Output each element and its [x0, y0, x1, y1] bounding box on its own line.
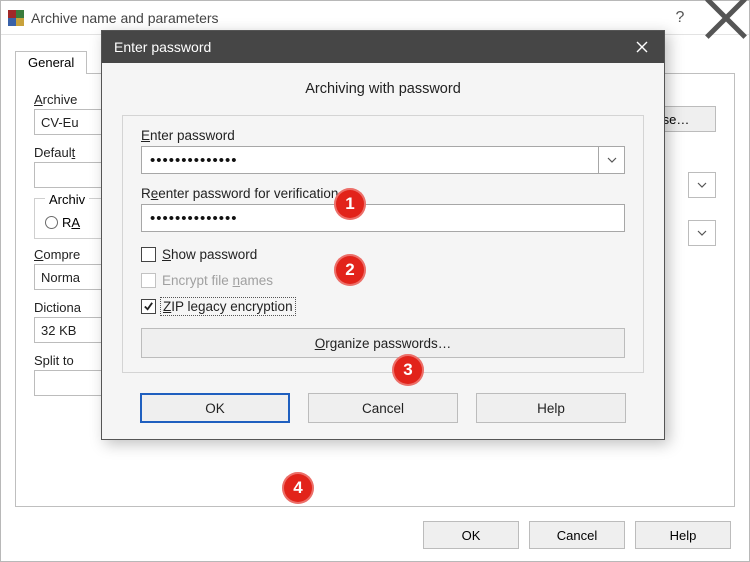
modal-heading: Archiving with password — [122, 81, 644, 97]
chevron-down-icon[interactable] — [688, 220, 716, 246]
chevron-down-icon[interactable] — [688, 172, 716, 198]
archive-format-label: Archiv — [45, 192, 89, 207]
tab-general[interactable]: General — [15, 51, 87, 74]
parent-button-row: OK Cancel Help — [423, 521, 731, 549]
reenter-password-field[interactable]: •••••••••••••• — [141, 204, 625, 232]
show-password-checkbox[interactable]: Show password — [141, 244, 625, 264]
ok-button[interactable]: OK — [140, 393, 290, 423]
password-group: Enter password •••••••••••••• Reenter pa… — [122, 115, 644, 373]
enter-password-field[interactable]: •••••••••••••• — [141, 146, 599, 174]
modal-titlebar: Enter password — [102, 31, 664, 63]
parent-ok-button[interactable]: OK — [423, 521, 519, 549]
compression-field[interactable]: Norma — [34, 264, 104, 290]
parent-window-title: Archive name and parameters — [31, 10, 657, 26]
close-icon[interactable] — [620, 31, 664, 63]
app-icon — [7, 9, 25, 27]
enter-password-label: Enter password — [141, 128, 625, 143]
dictionary-field[interactable]: 32 KB — [34, 317, 104, 343]
modal-button-row: OK Cancel Help — [122, 393, 644, 423]
help-button[interactable]: Help — [476, 393, 626, 423]
rar-radio[interactable]: RA — [45, 215, 93, 230]
close-icon[interactable] — [703, 1, 749, 35]
split-to-field[interactable] — [34, 370, 104, 396]
encrypt-filenames-checkbox: Encrypt file names — [141, 270, 625, 290]
zip-legacy-encryption-checkbox[interactable]: ZIP legacy encryption — [141, 296, 625, 316]
archive-format-group: Archiv RA — [34, 198, 104, 239]
parent-cancel-button[interactable]: Cancel — [529, 521, 625, 549]
password-dialog: Enter password Archiving with password E… — [101, 30, 665, 440]
reenter-password-label: Reenter password for verification — [141, 186, 625, 201]
modal-title: Enter password — [114, 39, 211, 55]
cancel-button[interactable]: Cancel — [308, 393, 458, 423]
parent-help-button[interactable]: Help — [635, 521, 731, 549]
chevron-down-icon[interactable] — [599, 146, 625, 174]
organize-passwords-button[interactable]: Organize passwords… — [141, 328, 625, 358]
